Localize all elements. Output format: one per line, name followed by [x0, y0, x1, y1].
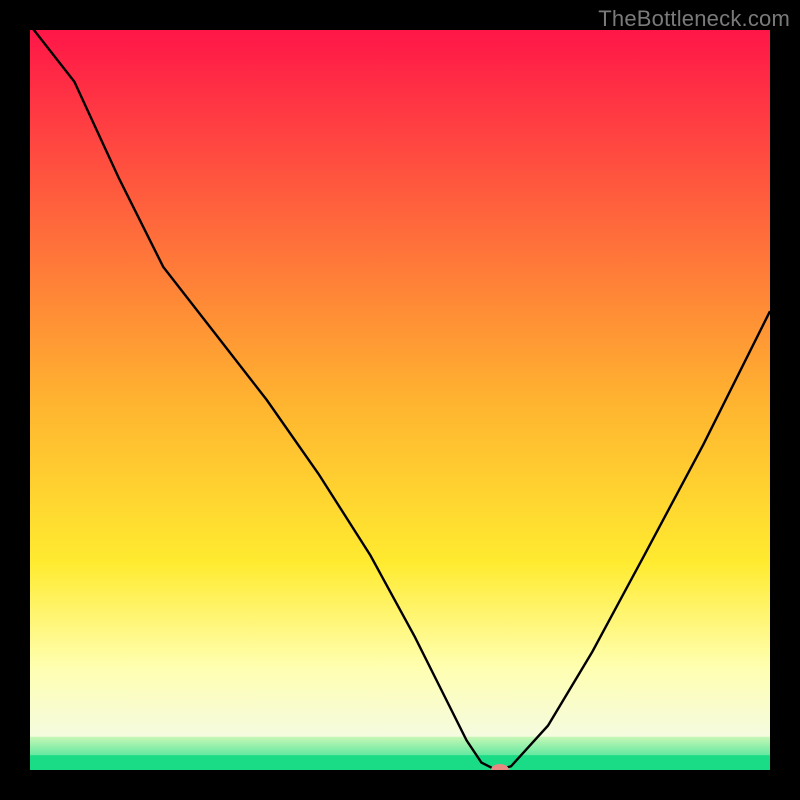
watermark-text: TheBottleneck.com — [598, 6, 790, 32]
bottleneck-chart: TheBottleneck.com — [0, 0, 800, 800]
gradient-band — [30, 400, 770, 563]
chart-svg — [0, 0, 800, 800]
gradient-band — [30, 755, 770, 770]
gradient-band — [30, 666, 770, 737]
margin-left — [0, 0, 30, 800]
gradient-band — [30, 737, 770, 756]
margin-right — [770, 0, 800, 800]
gradient-band — [30, 30, 770, 401]
margin-bottom — [0, 770, 800, 800]
gradient-band — [30, 563, 770, 667]
